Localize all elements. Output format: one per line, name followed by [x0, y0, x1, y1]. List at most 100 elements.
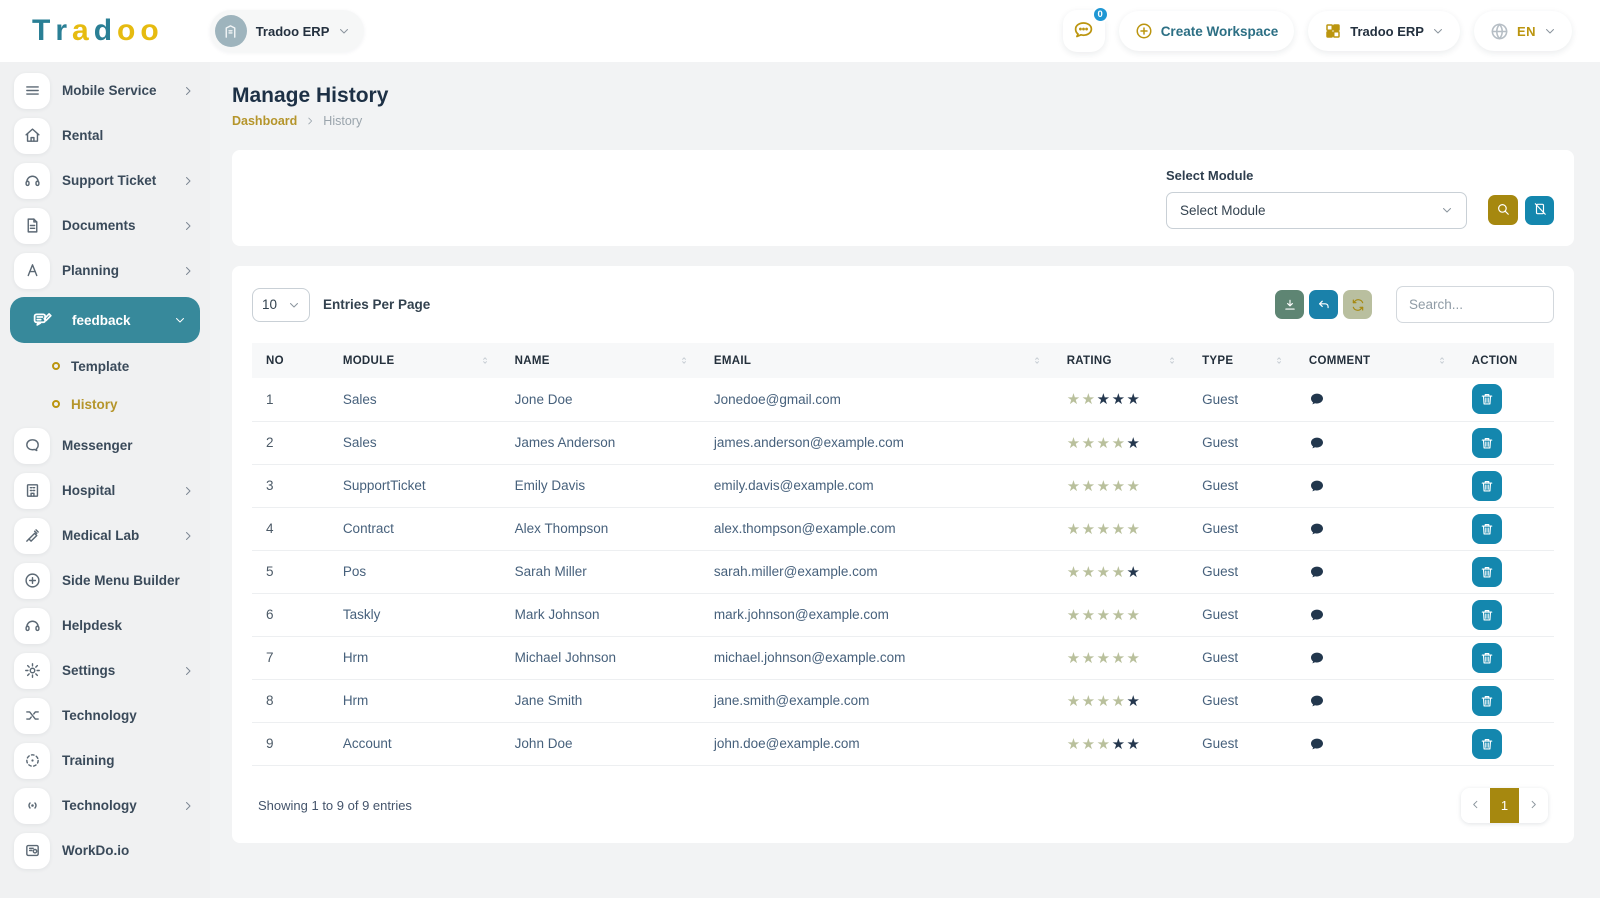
sort-icon[interactable]: [679, 355, 690, 366]
headset-icon: [14, 163, 50, 199]
delete-button[interactable]: [1472, 428, 1502, 458]
trash-icon: [1480, 737, 1494, 751]
undo-button[interactable]: [1309, 290, 1338, 319]
breadcrumb: Dashboard History: [232, 114, 1574, 128]
sidebar-item-documents[interactable]: Documents: [0, 203, 210, 248]
delete-button[interactable]: [1472, 471, 1502, 501]
gear-icon: [14, 653, 50, 689]
home-icon: [14, 118, 50, 154]
column-header-name[interactable]: NAME: [501, 343, 700, 378]
pagination-next-button[interactable]: [1519, 788, 1548, 823]
comment-icon[interactable]: [1309, 391, 1448, 407]
plus-circle-icon: [14, 563, 50, 599]
sidebar-subitem-history[interactable]: History: [0, 385, 210, 423]
sidebar-item-technology-2[interactable]: Technology: [0, 783, 210, 828]
breadcrumb-dashboard-link[interactable]: Dashboard: [232, 114, 297, 128]
rating-stars: ★★★★★: [1067, 564, 1142, 581]
sort-icon[interactable]: [480, 355, 491, 366]
app-switcher-button[interactable]: Tradoo ERP: [1308, 11, 1460, 51]
trash-icon: [1480, 436, 1494, 450]
sidebar-item-technology[interactable]: Technology: [0, 693, 210, 738]
comment-icon[interactable]: [1309, 564, 1448, 580]
apply-filter-button[interactable]: [1488, 195, 1518, 225]
delete-button[interactable]: [1472, 729, 1502, 759]
comment-icon[interactable]: [1309, 607, 1448, 623]
delete-button[interactable]: [1472, 514, 1502, 544]
sidebar-item-rental[interactable]: Rental: [0, 113, 210, 158]
delete-button[interactable]: [1472, 600, 1502, 630]
column-header-type[interactable]: TYPE: [1188, 343, 1295, 378]
sidebar-item-side-menu-builder[interactable]: Side Menu Builder: [0, 558, 210, 603]
chevron-right-icon: [182, 665, 194, 677]
cell-no: 1: [252, 378, 329, 421]
delete-button[interactable]: [1472, 384, 1502, 414]
cell-rating: ★★★★★: [1053, 593, 1188, 636]
chevron-down-icon: [288, 299, 300, 311]
column-header-rating[interactable]: RATING: [1053, 343, 1188, 378]
feedback-icon: [24, 302, 60, 338]
comment-icon[interactable]: [1309, 478, 1448, 494]
table-search-input[interactable]: [1396, 286, 1554, 323]
download-button[interactable]: [1275, 290, 1304, 319]
cell-comment: [1295, 636, 1458, 679]
sidebar-item-feedback[interactable]: feedback: [10, 297, 200, 343]
column-header-module[interactable]: MODULE: [329, 343, 501, 378]
table-controls: 10 Entries Per Page: [252, 286, 1554, 323]
sidebar-item-planning[interactable]: Planning: [0, 248, 210, 293]
trash-icon: [1480, 522, 1494, 536]
sidebar-item-medical-lab[interactable]: Medical Lab: [0, 513, 210, 558]
cell-name: Alex Thompson: [501, 507, 700, 550]
cell-action: [1458, 550, 1554, 593]
cell-name: John Doe: [501, 722, 700, 765]
comment-icon[interactable]: [1309, 650, 1448, 666]
sort-icon[interactable]: [1437, 355, 1448, 366]
column-header-no: NO: [252, 343, 329, 378]
comment-icon[interactable]: [1309, 521, 1448, 537]
sort-icon[interactable]: [1274, 355, 1285, 366]
column-header-comment[interactable]: COMMENT: [1295, 343, 1458, 378]
module-select[interactable]: Select Module: [1166, 192, 1467, 229]
pagination-page-1[interactable]: 1: [1490, 788, 1519, 823]
sidebar-item-mobile-service[interactable]: Mobile Service: [0, 68, 210, 113]
delete-button[interactable]: [1472, 643, 1502, 673]
cell-module: Pos: [329, 550, 501, 593]
workspace-selector[interactable]: Tradoo ERP: [210, 10, 365, 52]
sidebar-item-label: Side Menu Builder: [62, 573, 180, 588]
cell-module: Taskly: [329, 593, 501, 636]
refresh-button[interactable]: [1343, 290, 1372, 319]
comment-icon[interactable]: [1309, 435, 1448, 451]
cell-no: 7: [252, 636, 329, 679]
pagination-prev-button[interactable]: [1461, 788, 1490, 823]
messages-button[interactable]: 0: [1063, 10, 1105, 52]
chevron-down-icon: [1544, 25, 1556, 37]
language-selector[interactable]: EN: [1474, 11, 1572, 51]
delete-button[interactable]: [1472, 686, 1502, 716]
column-header-email[interactable]: EMAIL: [700, 343, 1053, 378]
sidebar-subitem-template[interactable]: Template: [0, 347, 210, 385]
create-workspace-button[interactable]: Create Workspace: [1119, 11, 1295, 51]
logo-letter: d: [94, 14, 117, 48]
sort-icon[interactable]: [1167, 355, 1178, 366]
column-label: TYPE: [1202, 355, 1233, 367]
rating-stars: ★★★★★: [1067, 693, 1142, 710]
entries-per-page-select[interactable]: 10: [252, 288, 310, 322]
comment-icon[interactable]: [1309, 736, 1448, 752]
sidebar-item-training[interactable]: Training: [0, 738, 210, 783]
app-root: Tradoo Tradoo ERP 0 Create Workspace Tra…: [0, 0, 1600, 898]
clear-filter-button[interactable]: [1525, 196, 1554, 225]
sidebar-item-hospital[interactable]: Hospital: [0, 468, 210, 513]
sidebar-item-messenger[interactable]: Messenger: [0, 423, 210, 468]
sidebar-item-support-ticket[interactable]: Support Ticket: [0, 158, 210, 203]
sidebar-item-workdo-io[interactable]: WorkDo.io: [0, 828, 210, 873]
sort-icon[interactable]: [1032, 355, 1043, 366]
comment-icon[interactable]: [1309, 693, 1448, 709]
sidebar-item-helpdesk[interactable]: Helpdesk: [0, 603, 210, 648]
sidebar-item-label: Medical Lab: [62, 528, 139, 543]
cell-comment: [1295, 593, 1458, 636]
delete-button[interactable]: [1472, 557, 1502, 587]
cell-email: emily.davis@example.com: [700, 464, 1053, 507]
hospital-icon: [14, 473, 50, 509]
chevron-right-icon: [182, 485, 194, 497]
sidebar-item-settings[interactable]: Settings: [0, 648, 210, 693]
history-table-card: 10 Entries Per Page NOMODULENAMEEMAILRAT…: [232, 266, 1574, 843]
